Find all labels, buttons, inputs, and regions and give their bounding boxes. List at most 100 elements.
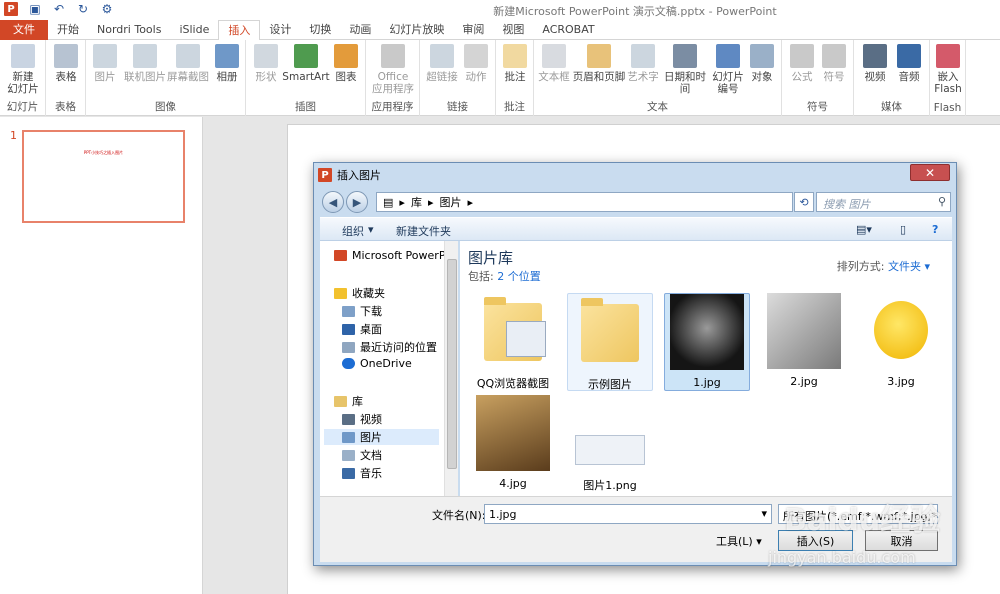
tab-slideshow[interactable]: 幻灯片放映: [380, 20, 453, 40]
chart-button[interactable]: 图表: [330, 44, 362, 83]
slide-thumbnail[interactable]: PPT小技巧之插入图片: [22, 130, 185, 223]
symbol-button[interactable]: 符号: [818, 44, 850, 83]
wordart-icon: [631, 44, 655, 68]
tab-home[interactable]: 开始: [48, 20, 88, 40]
dialog-close-button[interactable]: ✕: [910, 164, 950, 181]
tab-acrobat[interactable]: ACROBAT: [533, 20, 603, 40]
smartart-icon: [294, 44, 318, 68]
library-includes: 包括: 2 个位置: [468, 270, 541, 283]
textbox-button[interactable]: 文本框: [536, 44, 572, 83]
nav-item-downloads[interactable]: 下载: [342, 303, 382, 319]
image-thumbnail: [670, 294, 744, 370]
breadcrumb-library[interactable]: 库: [411, 194, 422, 210]
address-bar[interactable]: ▤ ▸ 库 ▸ 图片 ▸: [376, 192, 793, 212]
preview-pane-icon[interactable]: ▯: [900, 223, 906, 236]
group-comments: 批注 批注: [496, 40, 534, 116]
nav-item-desktop[interactable]: 桌面: [342, 321, 382, 337]
date-time-button[interactable]: 日期和时间: [660, 44, 710, 95]
tab-view[interactable]: 视图: [493, 20, 533, 40]
locations-link[interactable]: 2 个位置: [497, 270, 541, 283]
action-icon: [464, 44, 488, 68]
image-thumbnail: [864, 293, 938, 369]
group-media: 视频 音频 媒体: [854, 40, 930, 116]
desktop-icon: [342, 323, 355, 335]
smartart-button[interactable]: SmartArt: [282, 44, 330, 83]
breadcrumb-pictures[interactable]: 图片: [439, 194, 461, 210]
filename-input[interactable]: 1.jpg ▾: [484, 504, 772, 524]
online-picture-button[interactable]: 联机图片: [122, 44, 168, 83]
sort-dropdown[interactable]: 文件夹: [888, 260, 921, 273]
dialog-navbar: ◀ ▶ ▤ ▸ 库 ▸ 图片 ▸ ⟲ 搜索 图片 ⚲: [320, 189, 952, 215]
action-button[interactable]: 动作: [460, 44, 492, 83]
object-button[interactable]: 对象: [746, 44, 778, 83]
scrollbar-thumb[interactable]: [447, 259, 457, 469]
new-slide-button[interactable]: 新建 幻灯片: [4, 44, 42, 95]
comment-button[interactable]: 批注: [499, 44, 531, 83]
office-apps-button[interactable]: Office 应用程序: [368, 44, 418, 95]
group-apps: Office 应用程序 应用程序: [366, 40, 420, 116]
screenshot-button[interactable]: 屏幕截图: [166, 44, 210, 83]
file-item-4-jpg[interactable]: 4.jpg: [470, 395, 556, 490]
nav-scrollbar[interactable]: [444, 241, 458, 496]
file-item-3-jpg[interactable]: 3.jpg: [858, 293, 944, 388]
picture-button[interactable]: 图片: [88, 44, 122, 83]
file-item-2-jpg[interactable]: 2.jpg: [761, 293, 847, 388]
tab-islide[interactable]: iSlide: [170, 20, 218, 40]
nav-item-pictures[interactable]: 图片: [324, 429, 439, 445]
refresh-button[interactable]: ⟲: [794, 192, 814, 212]
nav-item-videos[interactable]: 视频: [342, 411, 382, 427]
new-folder-button[interactable]: 新建文件夹: [396, 223, 451, 239]
back-button[interactable]: ◀: [322, 191, 344, 213]
header-footer-button[interactable]: 页眉和页脚: [572, 44, 626, 83]
shapes-button[interactable]: 形状: [250, 44, 282, 83]
download-icon: [342, 305, 355, 317]
file-list-area: 图片库 包括: 2 个位置 排列方式: 文件夹 ▾ QQ浏览器截图 示例图片 1…: [460, 241, 952, 496]
hyperlink-button[interactable]: 超链接: [424, 44, 460, 83]
nav-item-favorites[interactable]: 收藏夹: [334, 285, 385, 301]
help-icon[interactable]: ?: [932, 223, 938, 236]
table-button[interactable]: 表格: [49, 44, 83, 83]
search-input[interactable]: 搜索 图片 ⚲: [816, 192, 951, 212]
audio-button[interactable]: 音频: [892, 44, 926, 83]
shapes-icon: [254, 44, 278, 68]
equation-button[interactable]: 公式: [786, 44, 818, 83]
forward-arrow-icon: ▶: [352, 195, 362, 209]
video-button[interactable]: 视频: [858, 44, 892, 83]
video-icon: [342, 413, 355, 425]
embed-flash-button[interactable]: 嵌入 Flash: [932, 44, 964, 95]
watermark-logo: Baidu经验: [784, 503, 941, 538]
cloud-icon: [342, 358, 355, 369]
group-slides: 新建 幻灯片 幻灯片: [0, 40, 46, 116]
slide-number-button[interactable]: 幻灯片 编号: [710, 44, 746, 95]
tab-file[interactable]: 文件: [0, 20, 48, 40]
slide-number-icon: [716, 44, 740, 68]
tab-animations[interactable]: 动画: [340, 20, 380, 40]
tab-review[interactable]: 审阅: [453, 20, 493, 40]
file-item-qq-screenshots[interactable]: QQ浏览器截图: [470, 293, 556, 391]
wordart-button[interactable]: 艺术字: [626, 44, 660, 83]
dialog-title: 插入图片: [337, 169, 381, 182]
group-links: 超链接 动作 链接: [420, 40, 496, 116]
organize-button[interactable]: 组织: [342, 223, 364, 239]
slide-thumbnail-pane: 1 PPT小技巧之插入图片: [0, 117, 203, 594]
nav-item-documents[interactable]: 文档: [342, 447, 382, 463]
library-icon: [334, 395, 347, 407]
nav-item-onedrive[interactable]: OneDrive: [342, 357, 412, 370]
file-item-picture1-png[interactable]: 图片1.png: [567, 395, 653, 493]
nav-item-powerpoint[interactable]: Microsoft PowerPoi: [334, 249, 455, 262]
file-item-1-jpg[interactable]: 1.jpg: [664, 293, 750, 391]
photo-album-button[interactable]: 相册: [210, 44, 244, 83]
file-item-sample-pictures[interactable]: 示例图片: [567, 293, 653, 391]
tab-design[interactable]: 设计: [260, 20, 300, 40]
nav-item-recent[interactable]: 最近访问的位置: [342, 339, 437, 355]
tab-insert[interactable]: 插入: [218, 20, 261, 41]
tab-transitions[interactable]: 切换: [300, 20, 340, 40]
nav-item-music[interactable]: 音乐: [342, 465, 382, 481]
tab-nordri-tools[interactable]: Nordri Tools: [88, 20, 170, 40]
forward-button[interactable]: ▶: [346, 191, 368, 213]
nav-item-libraries[interactable]: 库: [334, 393, 363, 409]
view-options-icon[interactable]: ▤▾: [856, 223, 872, 236]
ribbon: 新建 幻灯片 幻灯片 表格 表格 图片 联机图片 屏幕截图 相册 图像 形状 S…: [0, 40, 1000, 116]
tools-dropdown[interactable]: 工具(L) ▾: [716, 533, 762, 549]
chevron-down-icon: ▾: [756, 535, 762, 548]
